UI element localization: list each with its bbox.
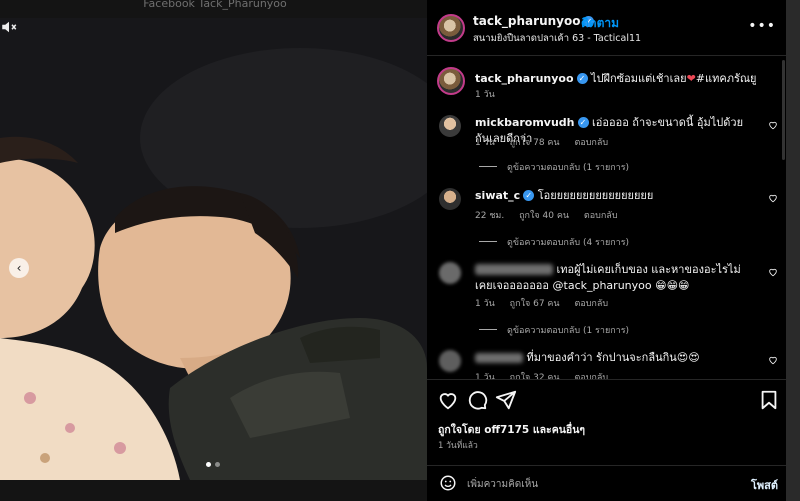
comment-meta: 22 ชม. ถูกใจ 40 คน ตอบกลับ [475, 208, 630, 222]
comment-meta: 1 วัน ถูกใจ 78 คน ตอบกลับ [475, 135, 620, 149]
post-location[interactable]: สนามยิงปืนลาดปลาเค้า 63 - Tactical11 [473, 31, 641, 46]
verified-badge-icon: ✓ [576, 73, 588, 84]
caption-body: ไปฝึกซ้อมแต่เช้าเลย [591, 72, 687, 85]
reply-button[interactable]: ตอบกลับ [574, 299, 608, 309]
verified-badge-icon: ✓ [523, 190, 535, 201]
slide-indicator [206, 462, 220, 467]
view-replies-button[interactable]: ดูข้อความตอบกลับ (4 รายการ) [479, 235, 629, 249]
author-avatar[interactable] [437, 14, 465, 42]
instagram-post-modal: Facebook Tack_Pharunyoo ‹ tack_pharunyoo… [0, 0, 800, 501]
comment-body: ที่มาของคำว่า รักปานจะกลืนกิน😍😍 [475, 350, 757, 366]
comment-text: โอยยยยยยยยยยยยยยยย [537, 189, 654, 202]
view-replies-button[interactable]: ดูข้อความตอบกลับ (1 รายการ) [479, 323, 629, 337]
commenter-avatar[interactable] [439, 115, 461, 137]
comment-input[interactable] [467, 476, 717, 492]
caption-time: 1 วัน [475, 90, 495, 100]
share-send-icon[interactable] [495, 389, 517, 411]
comment-meta: 1 วัน ถูกใจ 67 คน ตอบกลับ [475, 296, 620, 310]
post-actions: ถูกใจโดย off7175 และคนอื่นๆ 1 วันที่แล้ว… [427, 379, 786, 501]
comment-body: siwat_c ✓ โอยยยยยยยยยยยยยยยย [475, 188, 757, 204]
comment-bubble-icon[interactable] [466, 389, 488, 411]
post-side-panel: tack_pharunyoo ✓ ติดตาม สนามยิงปืนลาดปลาเ… [427, 0, 786, 501]
commenter-username[interactable]: siwat_c [475, 189, 520, 202]
slide-dot-active [206, 462, 211, 467]
comment-body: เทอผู้ไม่เคยเก็บของ และหาของอะไรไม่เคยเจ… [475, 262, 757, 294]
blurred-username [475, 353, 523, 363]
post-comment-button[interactable]: โพสต์ [751, 476, 778, 494]
comment-likes[interactable]: ถูกใจ 78 คน [510, 138, 560, 148]
comments-scrollbar[interactable] [782, 60, 785, 160]
watermark-text: Facebook Tack_Pharunyoo [143, 0, 287, 10]
post-age: 1 วันที่แล้ว [438, 441, 478, 451]
reply-button[interactable]: ตอบกลับ [574, 138, 608, 148]
red-heart-icon: ❤ [686, 72, 696, 85]
author-username[interactable]: tack_pharunyoo ✓ [473, 14, 595, 28]
photo-illustration [0, 18, 427, 480]
previous-slide-button[interactable]: ‹ [9, 258, 29, 278]
reply-button[interactable]: ตอบกลับ [584, 211, 618, 221]
post-media[interactable]: ‹ [0, 18, 427, 480]
like-heart-icon[interactable] [437, 389, 459, 411]
comment-composer: โพสต์ [427, 465, 786, 501]
caption-text: tack_pharunyoo ✓ ไปฝึกซ้อมแต่เช้าเลย❤#แทค… [475, 69, 775, 87]
comment-like-heart-icon[interactable] [768, 120, 778, 130]
commenter-avatar[interactable] [439, 188, 461, 210]
liked-by-text[interactable]: ถูกใจโดย off7175 และคนอื่นๆ [438, 421, 585, 438]
comment-like-heart-icon[interactable] [768, 193, 778, 203]
blurred-username [475, 264, 553, 275]
comment-time: 1 วัน [475, 138, 495, 148]
view-replies-button[interactable]: ดูข้อความตอบกลับ (1 รายการ) [479, 160, 629, 174]
mute-icon[interactable] [0, 18, 18, 36]
verified-badge-icon: ✓ [577, 117, 589, 128]
commenter-avatar-blurred[interactable] [439, 350, 461, 372]
author-username-text[interactable]: tack_pharunyoo [473, 14, 580, 28]
commenter-username[interactable]: mickbaromvudh [475, 116, 575, 129]
comment-like-heart-icon[interactable] [768, 267, 778, 277]
background-sliver [786, 0, 800, 501]
caption-avatar[interactable] [437, 67, 465, 95]
comment-time: 22 ชม. [475, 211, 505, 221]
comment-text: ที่มาของคำว่า รักปานจะกลืนกิน😍😍 [526, 351, 700, 364]
slide-dot [215, 462, 220, 467]
caption-hashtag[interactable]: #แทคภรัณยู [696, 72, 757, 85]
comment-like-heart-icon[interactable] [768, 355, 778, 365]
comment-likes[interactable]: ถูกใจ 67 คน [510, 299, 560, 309]
emoji-icon[interactable] [439, 474, 457, 492]
post-header: tack_pharunyoo ✓ ติดตาม สนามยิงปืนลาดปลาเ… [427, 0, 786, 56]
commenter-avatar-blurred[interactable] [439, 262, 461, 284]
save-bookmark-icon[interactable] [758, 389, 780, 411]
comment-likes[interactable]: ถูกใจ 40 คน [519, 211, 569, 221]
caption-username[interactable]: tack_pharunyoo [475, 72, 574, 85]
more-options-icon[interactable]: ••• [748, 18, 776, 34]
comment-time: 1 วัน [475, 299, 495, 309]
